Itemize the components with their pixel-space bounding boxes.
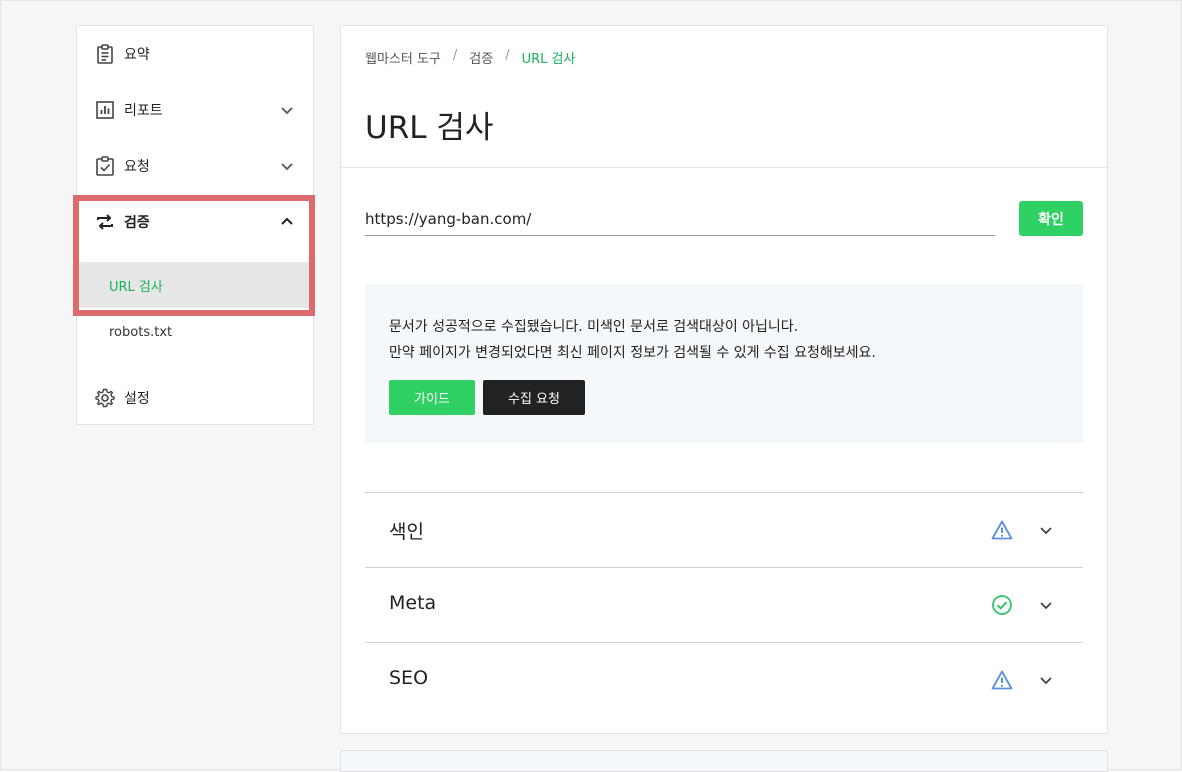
sidebar: 요약 리포트 요청 검증 URL 검사 robots.txt 설정: [76, 25, 314, 425]
chevron-down-icon: [1040, 677, 1052, 685]
chevron-down-icon: [1040, 602, 1052, 610]
chevron-down-icon: [281, 163, 293, 171]
crawl-request-button[interactable]: 수집 요청: [483, 380, 585, 415]
accordion-label: SEO: [389, 667, 429, 689]
sidebar-subitem-url-inspect[interactable]: URL 검사: [77, 262, 313, 308]
sidebar-item-summary[interactable]: 요약: [77, 26, 313, 82]
accordion-label: Meta: [389, 592, 437, 614]
sidebar-item-label: 검증: [124, 215, 150, 231]
sidebar-subitem-label: robots.txt: [109, 324, 173, 340]
next-panel-edge: [340, 750, 1108, 772]
chevron-down-icon: [1040, 527, 1052, 535]
clipboard-check-icon: [96, 156, 114, 176]
notice-hint: 만약 페이지가 변경되었다면 최신 페이지 정보가 검색될 수 있게 수집 요청…: [389, 345, 876, 361]
clipboard-icon: [97, 44, 113, 64]
sidebar-item-request[interactable]: 요청: [77, 138, 313, 194]
chevron-down-icon: [281, 107, 293, 115]
sidebar-item-settings[interactable]: 설정: [77, 370, 313, 426]
sidebar-item-label: 설정: [124, 391, 150, 407]
sidebar-subitem-label: URL 검사: [109, 279, 163, 295]
main-panel: 웹마스터 도구 / 검증 / URL 검사 URL 검사 확인 문서가 성공적으…: [340, 25, 1108, 734]
breadcrumb-item-webmaster[interactable]: 웹마스터 도구: [365, 48, 441, 67]
sidebar-item-verify[interactable]: 검증: [77, 194, 313, 250]
breadcrumb-separator: /: [505, 48, 510, 63]
url-input[interactable]: [365, 202, 995, 236]
guide-button[interactable]: 가이드: [389, 380, 475, 415]
breadcrumb-item-verify[interactable]: 검증: [469, 48, 493, 67]
warning-icon: [991, 670, 1013, 690]
accordion-row-meta[interactable]: Meta: [365, 567, 1083, 642]
sidebar-subitem-robots[interactable]: robots.txt: [77, 309, 313, 355]
notice-message: 문서가 성공적으로 수집됐습니다. 미색인 문서로 검색대상이 아닙니다.: [389, 319, 799, 335]
warning-icon: [991, 520, 1013, 540]
accordion-row-seo[interactable]: SEO: [365, 642, 1083, 717]
sidebar-item-label: 리포트: [124, 103, 163, 119]
sidebar-item-label: 요약: [124, 47, 150, 63]
title-divider: [341, 167, 1107, 168]
sidebar-item-report[interactable]: 리포트: [77, 82, 313, 138]
check-circle-icon: [992, 595, 1012, 615]
breadcrumb: 웹마스터 도구 / 검증 / URL 검사: [365, 48, 575, 67]
repeat-icon: [97, 214, 113, 230]
accordion-row-index[interactable]: 색인: [365, 492, 1083, 567]
page-title: URL 검사: [365, 110, 494, 146]
accordion-label: 색인: [389, 521, 424, 543]
gear-icon: [95, 388, 115, 408]
confirm-button[interactable]: 확인: [1019, 201, 1083, 236]
result-notice: 문서가 성공적으로 수집됐습니다. 미색인 문서로 검색대상이 아닙니다. 만약…: [365, 284, 1083, 443]
breadcrumb-separator: /: [452, 48, 458, 63]
chevron-up-icon: [281, 217, 293, 225]
bar-chart-icon: [96, 101, 114, 119]
breadcrumb-item-current: URL 검사: [521, 52, 576, 67]
sidebar-item-label: 요청: [124, 159, 150, 175]
